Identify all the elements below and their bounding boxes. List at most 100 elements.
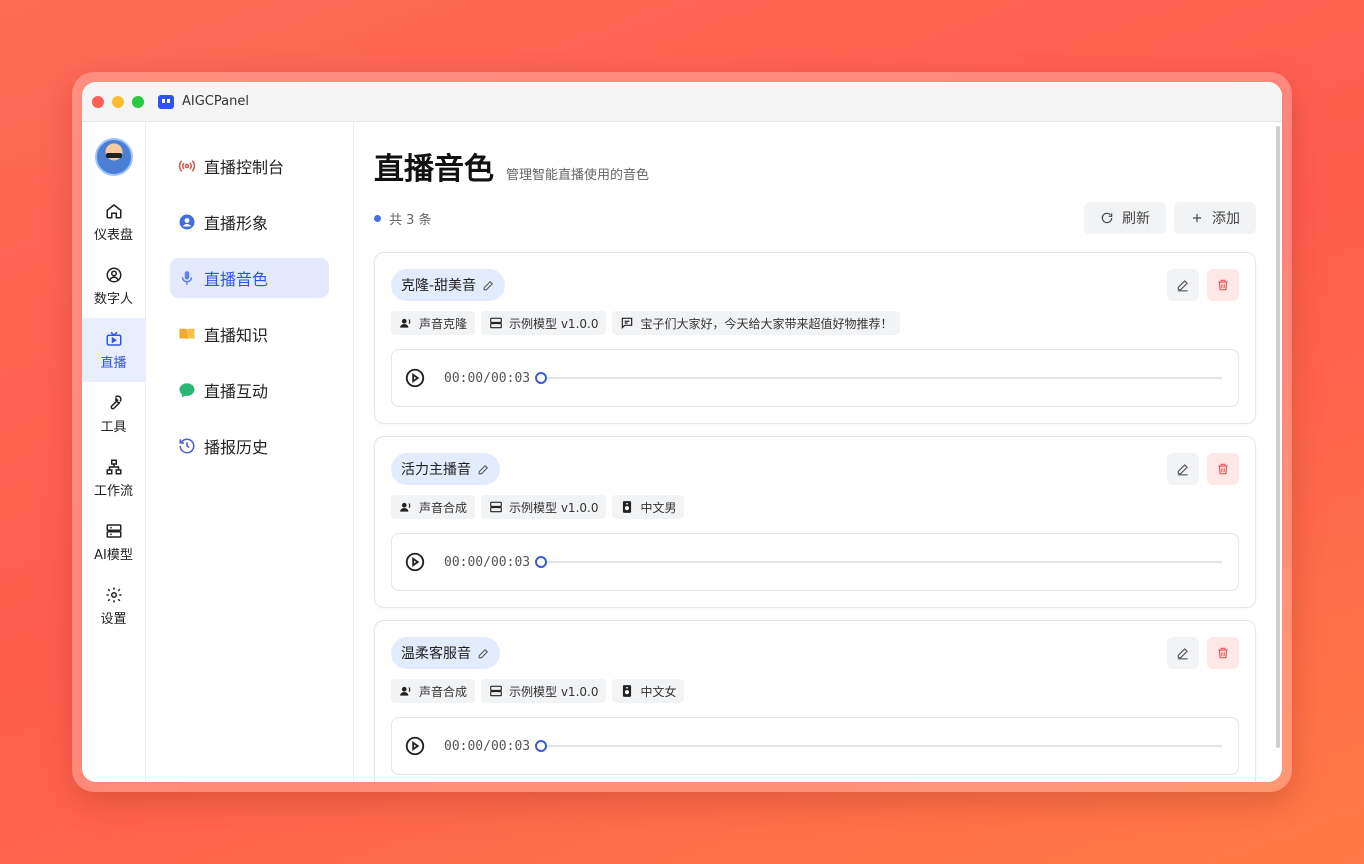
iconbar-item-digital-human[interactable]: 数字人 [82,254,146,318]
tag-label: 示例模型 v1.0.0 [509,500,599,515]
primary-sidebar: 仪表盘 数字人 直播 工具 工作流 AI模型 设置 [82,122,146,782]
voice-type-tag: 声音克隆 [391,311,476,335]
sample-text-tag: 宝子们大家好，今天给大家带来超值好物推荐！ [612,311,901,335]
subnav-item-label: 直播知识 [204,326,269,345]
gear-icon [106,587,121,602]
book-icon [179,328,195,340]
iconbar-item-label: 工具 [100,419,127,435]
speaker-tag: 中文男 [612,495,685,519]
voice-speaker-icon [400,318,411,328]
page-subtitle: 管理智能直播使用的音色 [506,168,650,183]
model-tag: 示例模型 v1.0.0 [481,311,607,335]
voice-name-chip[interactable]: 活力主播音 [391,453,500,485]
pencil-icon [478,648,489,658]
progress-track[interactable] [535,372,1222,384]
model-tag: 示例模型 v1.0.0 [481,495,607,519]
voice-card: 温柔客服音 声音合成 示例模型 v1.0.0 中文女 00:00/00:03 [374,620,1256,782]
voice-type-tag: 声音合成 [391,679,476,703]
item-count-text: 共 3 条 [389,212,432,228]
progress-track[interactable] [535,556,1222,568]
chat-bubble-icon [179,383,195,398]
server-icon [490,501,502,513]
iconbar-item-label: 设置 [100,611,127,627]
app-window: AIGCPanel 仪表盘 数字人 直播 工具 工作流 AI模型 设置 直播控制… [82,82,1282,782]
iconbar-item-label: 仪表盘 [93,227,133,243]
edit-button[interactable] [1167,637,1199,669]
avatar[interactable] [94,138,133,176]
voice-name: 克隆-甜美音 [401,278,477,294]
app-logo-icon [158,94,174,109]
server-icon [490,685,502,697]
model-tag: 示例模型 v1.0.0 [481,679,607,703]
voice-name-chip[interactable]: 温柔客服音 [391,637,500,669]
progress-track[interactable] [535,740,1222,752]
add-button[interactable]: 添加 [1174,202,1256,234]
history-icon [179,438,195,454]
server-icon [490,317,502,329]
home-icon [106,203,121,218]
voice-card: 克隆-甜美音 声音克隆 示例模型 v1.0.0 宝子们大家好，今天给大家带来超值… [374,252,1256,424]
item-count: 共 3 条 [374,209,432,228]
iconbar-item-workflow[interactable]: 工作流 [82,446,146,510]
refresh-icon [1101,212,1113,224]
voice-type-tag: 声音合成 [391,495,476,519]
page-title: 直播音色 [374,152,494,187]
speaker-box-icon [623,501,632,513]
add-label: 添加 [1212,211,1240,227]
iconbar-item-tools[interactable]: 工具 [82,382,146,446]
edit-icon [1177,464,1188,476]
subnav-item-voice[interactable]: 直播音色 [170,258,329,298]
edit-button[interactable] [1167,269,1199,301]
play-icon[interactable] [404,551,426,573]
voice-name: 温柔客服音 [401,646,471,662]
voice-card: 活力主播音 声音合成 示例模型 v1.0.0 中文男 00:00/00:03 [374,436,1256,608]
pencil-icon [478,464,489,474]
subnav-item-label: 播报历史 [204,438,269,457]
edit-icon [1177,280,1188,292]
subnav-item-label: 直播形象 [204,214,269,233]
main-content: 直播音色 管理智能直播使用的音色 共 3 条 刷新 添加 克隆-甜美音 声音克隆… [354,122,1282,782]
delete-button[interactable] [1207,637,1239,669]
iconbar-item-dashboard[interactable]: 仪表盘 [82,190,146,254]
progress-handle[interactable] [535,740,548,752]
voice-speaker-icon [400,686,411,696]
audio-player: 00:00/00:03 [391,349,1239,407]
player-time: 00:00/00:03 [444,554,531,570]
subnav-item-avatar[interactable]: 直播形象 [170,202,329,242]
maximize-window-button[interactable] [132,95,144,108]
subnav-item-label: 直播控制台 [204,158,285,177]
trash-icon [1218,647,1228,659]
speaker-tag: 中文女 [612,679,685,703]
tag-label: 声音合成 [419,500,468,515]
voice-name: 活力主播音 [401,462,471,478]
iconbar-item-settings[interactable]: 设置 [82,574,146,638]
delete-button[interactable] [1207,269,1239,301]
player-time: 00:00/00:03 [444,738,531,754]
progress-handle[interactable] [535,372,548,384]
subnav-item-interaction[interactable]: 直播互动 [170,370,329,410]
iconbar-item-live[interactable]: 直播 [82,318,146,382]
close-window-button[interactable] [92,95,104,108]
iconbar-item-ai-model[interactable]: AI模型 [82,510,146,574]
titlebar: AIGCPanel [82,82,1282,122]
subnav-item-knowledge[interactable]: 直播知识 [170,314,329,354]
delete-button[interactable] [1207,453,1239,485]
subnav-item-console[interactable]: 直播控制台 [170,146,329,186]
subnav-item-history[interactable]: 播报历史 [170,426,329,466]
tag-label: 声音克隆 [419,316,468,331]
refresh-button[interactable]: 刷新 [1084,202,1166,234]
edit-button[interactable] [1167,453,1199,485]
speaker-box-icon [623,685,632,697]
play-icon[interactable] [404,367,426,389]
plus-icon [1192,213,1202,223]
edit-icon [1177,648,1188,660]
tag-label: 中文女 [640,684,677,699]
message-icon [622,317,633,330]
scrollbar[interactable] [1276,126,1280,748]
audio-player: 00:00/00:03 [391,533,1239,591]
voice-name-chip[interactable]: 克隆-甜美音 [391,269,506,301]
user-circle-icon [106,267,121,282]
minimize-window-button[interactable] [112,95,124,108]
play-icon[interactable] [404,735,426,757]
progress-handle[interactable] [535,556,548,568]
